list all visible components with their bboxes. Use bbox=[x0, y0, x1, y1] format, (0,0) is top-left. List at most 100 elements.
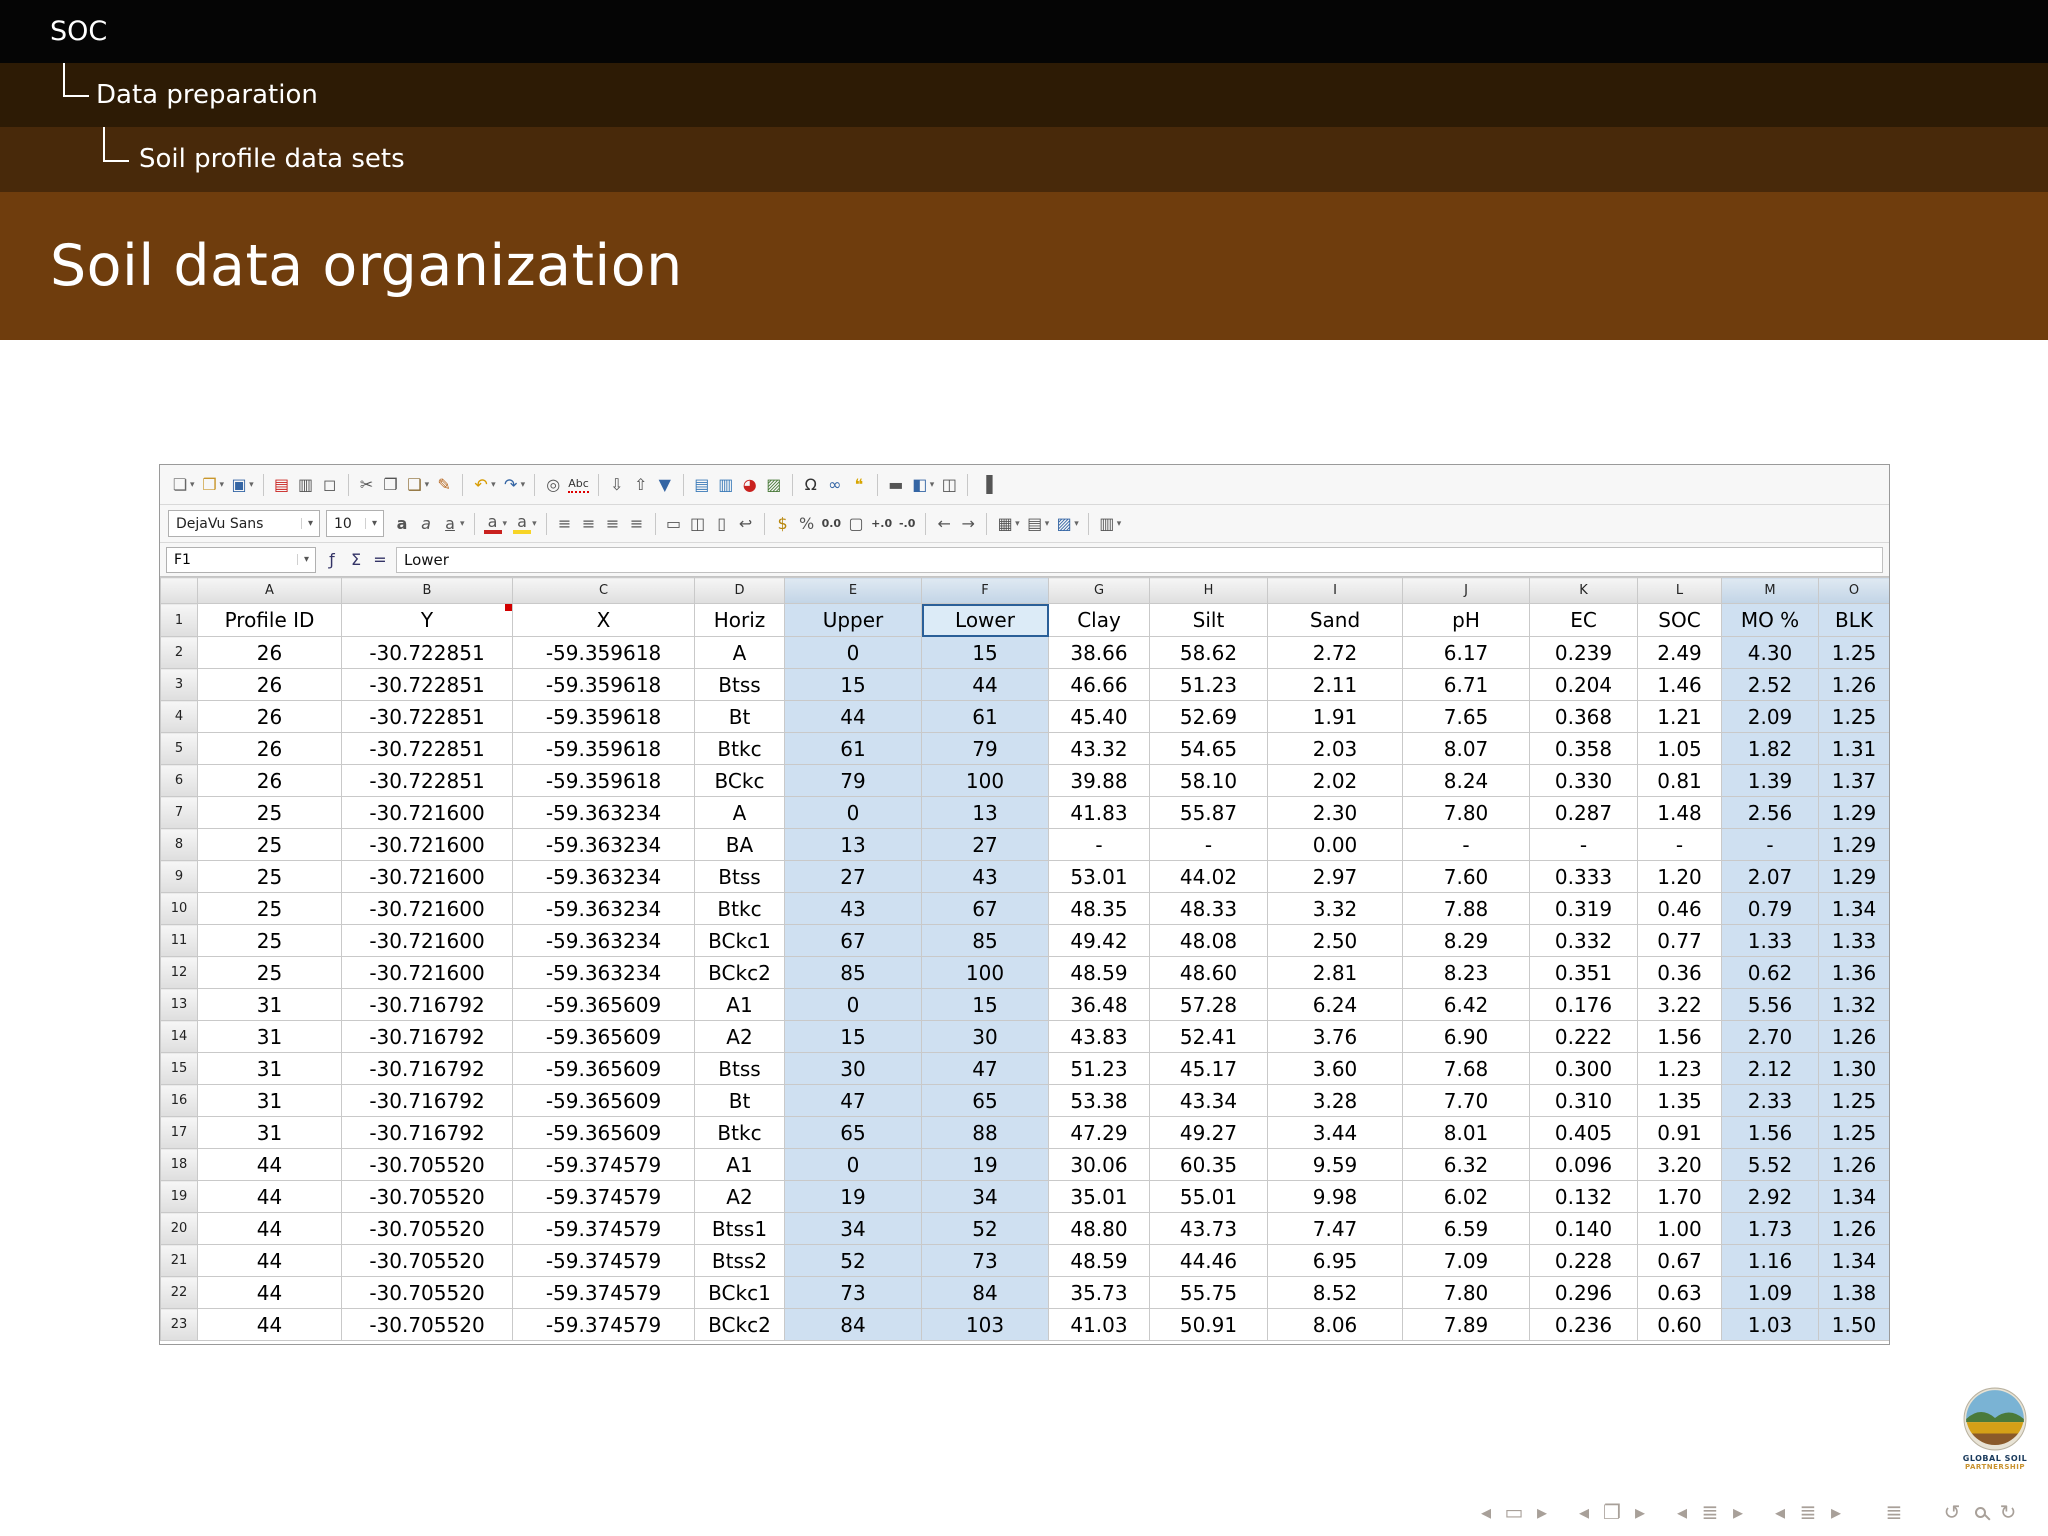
cell-H18[interactable]: 60.35 bbox=[1149, 1148, 1268, 1181]
cell-B5[interactable]: -30.722851 bbox=[341, 732, 513, 765]
cell-J23[interactable]: 7.89 bbox=[1402, 1308, 1530, 1341]
cell-B2[interactable]: -30.722851 bbox=[341, 636, 513, 669]
row-header-1[interactable]: 1 bbox=[160, 603, 198, 637]
spelling-icon[interactable]: Abc bbox=[565, 471, 592, 499]
cell-H15[interactable]: 45.17 bbox=[1149, 1052, 1268, 1085]
cell-D11[interactable]: BCkc1 bbox=[694, 924, 785, 957]
cell-C23[interactable]: -59.374579 bbox=[512, 1308, 695, 1341]
cell-I23[interactable]: 8.06 bbox=[1267, 1308, 1403, 1341]
cell-D14[interactable]: A2 bbox=[694, 1020, 785, 1053]
cell-A20[interactable]: 44 bbox=[197, 1212, 342, 1245]
cell-L19[interactable]: 1.70 bbox=[1637, 1180, 1722, 1213]
cell-G8[interactable]: - bbox=[1048, 828, 1150, 861]
format-number-icon[interactable]: 0.0 bbox=[819, 510, 845, 538]
cell-M4[interactable]: 2.09 bbox=[1721, 700, 1819, 733]
cell-A3[interactable]: 26 bbox=[197, 668, 342, 701]
cell-L13[interactable]: 3.22 bbox=[1637, 988, 1722, 1021]
row-header-23[interactable]: 23 bbox=[160, 1308, 198, 1341]
dropdown-arrow-icon[interactable]: ▾ bbox=[1074, 519, 1079, 529]
indent-decrease-icon[interactable]: ← bbox=[932, 510, 956, 538]
font-size-combo[interactable]: 10 ▾ bbox=[326, 510, 384, 537]
cell-A6[interactable]: 26 bbox=[197, 764, 342, 797]
cell-E7[interactable]: 0 bbox=[784, 796, 922, 829]
cell-L22[interactable]: 0.63 bbox=[1637, 1276, 1722, 1309]
select-all-corner[interactable] bbox=[160, 577, 198, 604]
row-header-19[interactable]: 19 bbox=[160, 1180, 198, 1213]
cell-C18[interactable]: -59.374579 bbox=[512, 1148, 695, 1181]
section-forward-icon[interactable]: ▸ bbox=[1824, 1500, 1848, 1524]
cell-I10[interactable]: 3.32 bbox=[1267, 892, 1403, 925]
cell-A11[interactable]: 25 bbox=[197, 924, 342, 957]
cell-B13[interactable]: -30.716792 bbox=[341, 988, 513, 1021]
row-header-9[interactable]: 9 bbox=[160, 860, 198, 893]
cell-C4[interactable]: -59.359618 bbox=[512, 700, 695, 733]
cell-J8[interactable]: - bbox=[1402, 828, 1530, 861]
cell-I12[interactable]: 2.81 bbox=[1267, 956, 1403, 989]
cell-K15[interactable]: 0.300 bbox=[1529, 1052, 1638, 1085]
row-header-17[interactable]: 17 bbox=[160, 1116, 198, 1149]
cell-F3[interactable]: 44 bbox=[921, 668, 1049, 701]
cell-E4[interactable]: 44 bbox=[784, 700, 922, 733]
cell-K17[interactable]: 0.405 bbox=[1529, 1116, 1638, 1149]
cell-G3[interactable]: 46.66 bbox=[1048, 668, 1150, 701]
cell-L1[interactable]: SOC bbox=[1637, 603, 1722, 637]
cell-C12[interactable]: -59.363234 bbox=[512, 956, 695, 989]
cell-M20[interactable]: 1.73 bbox=[1721, 1212, 1819, 1245]
cell-B17[interactable]: -30.716792 bbox=[341, 1116, 513, 1149]
cell-D7[interactable]: A bbox=[694, 796, 785, 829]
cell-F4[interactable]: 61 bbox=[921, 700, 1049, 733]
cell-A10[interactable]: 25 bbox=[197, 892, 342, 925]
cell-L20[interactable]: 1.00 bbox=[1637, 1212, 1722, 1245]
sidebar-icon[interactable]: ▐ bbox=[974, 471, 998, 499]
cell-L12[interactable]: 0.36 bbox=[1637, 956, 1722, 989]
cell-A4[interactable]: 26 bbox=[197, 700, 342, 733]
unmerge-cells-icon[interactable]: ▯ bbox=[710, 510, 734, 538]
cell-B18[interactable]: -30.705520 bbox=[341, 1148, 513, 1181]
align-center-icon[interactable]: ≡ bbox=[577, 510, 601, 538]
col-header-I[interactable]: I bbox=[1267, 577, 1403, 604]
cell-B19[interactable]: -30.705520 bbox=[341, 1180, 513, 1213]
cell-E22[interactable]: 73 bbox=[784, 1276, 922, 1309]
cell-F5[interactable]: 79 bbox=[921, 732, 1049, 765]
cell-O16[interactable]: 1.25 bbox=[1818, 1084, 1889, 1117]
align-right-icon[interactable]: ≡ bbox=[601, 510, 625, 538]
cell-O23[interactable]: 1.50 bbox=[1818, 1308, 1889, 1341]
cell-C19[interactable]: -59.374579 bbox=[512, 1180, 695, 1213]
cell-F16[interactable]: 65 bbox=[921, 1084, 1049, 1117]
cell-H10[interactable]: 48.33 bbox=[1149, 892, 1268, 925]
cell-F23[interactable]: 103 bbox=[921, 1308, 1049, 1341]
cell-F22[interactable]: 84 bbox=[921, 1276, 1049, 1309]
cell-H12[interactable]: 48.60 bbox=[1149, 956, 1268, 989]
cell-F18[interactable]: 19 bbox=[921, 1148, 1049, 1181]
cell-I15[interactable]: 3.60 bbox=[1267, 1052, 1403, 1085]
cell-H4[interactable]: 52.69 bbox=[1149, 700, 1268, 733]
section-icon[interactable]: ≣ bbox=[1796, 1500, 1820, 1524]
cell-I8[interactable]: 0.00 bbox=[1267, 828, 1403, 861]
cell-H23[interactable]: 50.91 bbox=[1149, 1308, 1268, 1341]
cell-G22[interactable]: 35.73 bbox=[1048, 1276, 1150, 1309]
underline-icon[interactable]: a ▾ bbox=[438, 510, 468, 538]
cell-O18[interactable]: 1.26 bbox=[1818, 1148, 1889, 1181]
col-header-C[interactable]: C bbox=[512, 577, 695, 604]
cell-H5[interactable]: 54.65 bbox=[1149, 732, 1268, 765]
cell-G23[interactable]: 41.03 bbox=[1048, 1308, 1150, 1341]
cell-A5[interactable]: 26 bbox=[197, 732, 342, 765]
function-wizard-icon[interactable]: ƒ bbox=[320, 546, 344, 574]
cell-D19[interactable]: A2 bbox=[694, 1180, 785, 1213]
cell-F13[interactable]: 15 bbox=[921, 988, 1049, 1021]
cell-H3[interactable]: 51.23 bbox=[1149, 668, 1268, 701]
cell-O2[interactable]: 1.25 bbox=[1818, 636, 1889, 669]
cell-M2[interactable]: 4.30 bbox=[1721, 636, 1819, 669]
row-header-7[interactable]: 7 bbox=[160, 796, 198, 829]
cell-E6[interactable]: 79 bbox=[784, 764, 922, 797]
cell-D3[interactable]: Btss bbox=[694, 668, 785, 701]
cell-G1[interactable]: Clay bbox=[1048, 603, 1150, 637]
cell-B11[interactable]: -30.721600 bbox=[341, 924, 513, 957]
history-back-icon[interactable]: ↺ bbox=[1940, 1500, 1964, 1524]
cell-K18[interactable]: 0.096 bbox=[1529, 1148, 1638, 1181]
cell-I4[interactable]: 1.91 bbox=[1267, 700, 1403, 733]
cell-M6[interactable]: 1.39 bbox=[1721, 764, 1819, 797]
slide-back-icon[interactable]: ◂ bbox=[1474, 1500, 1498, 1524]
cell-E13[interactable]: 0 bbox=[784, 988, 922, 1021]
cell-J15[interactable]: 7.68 bbox=[1402, 1052, 1530, 1085]
